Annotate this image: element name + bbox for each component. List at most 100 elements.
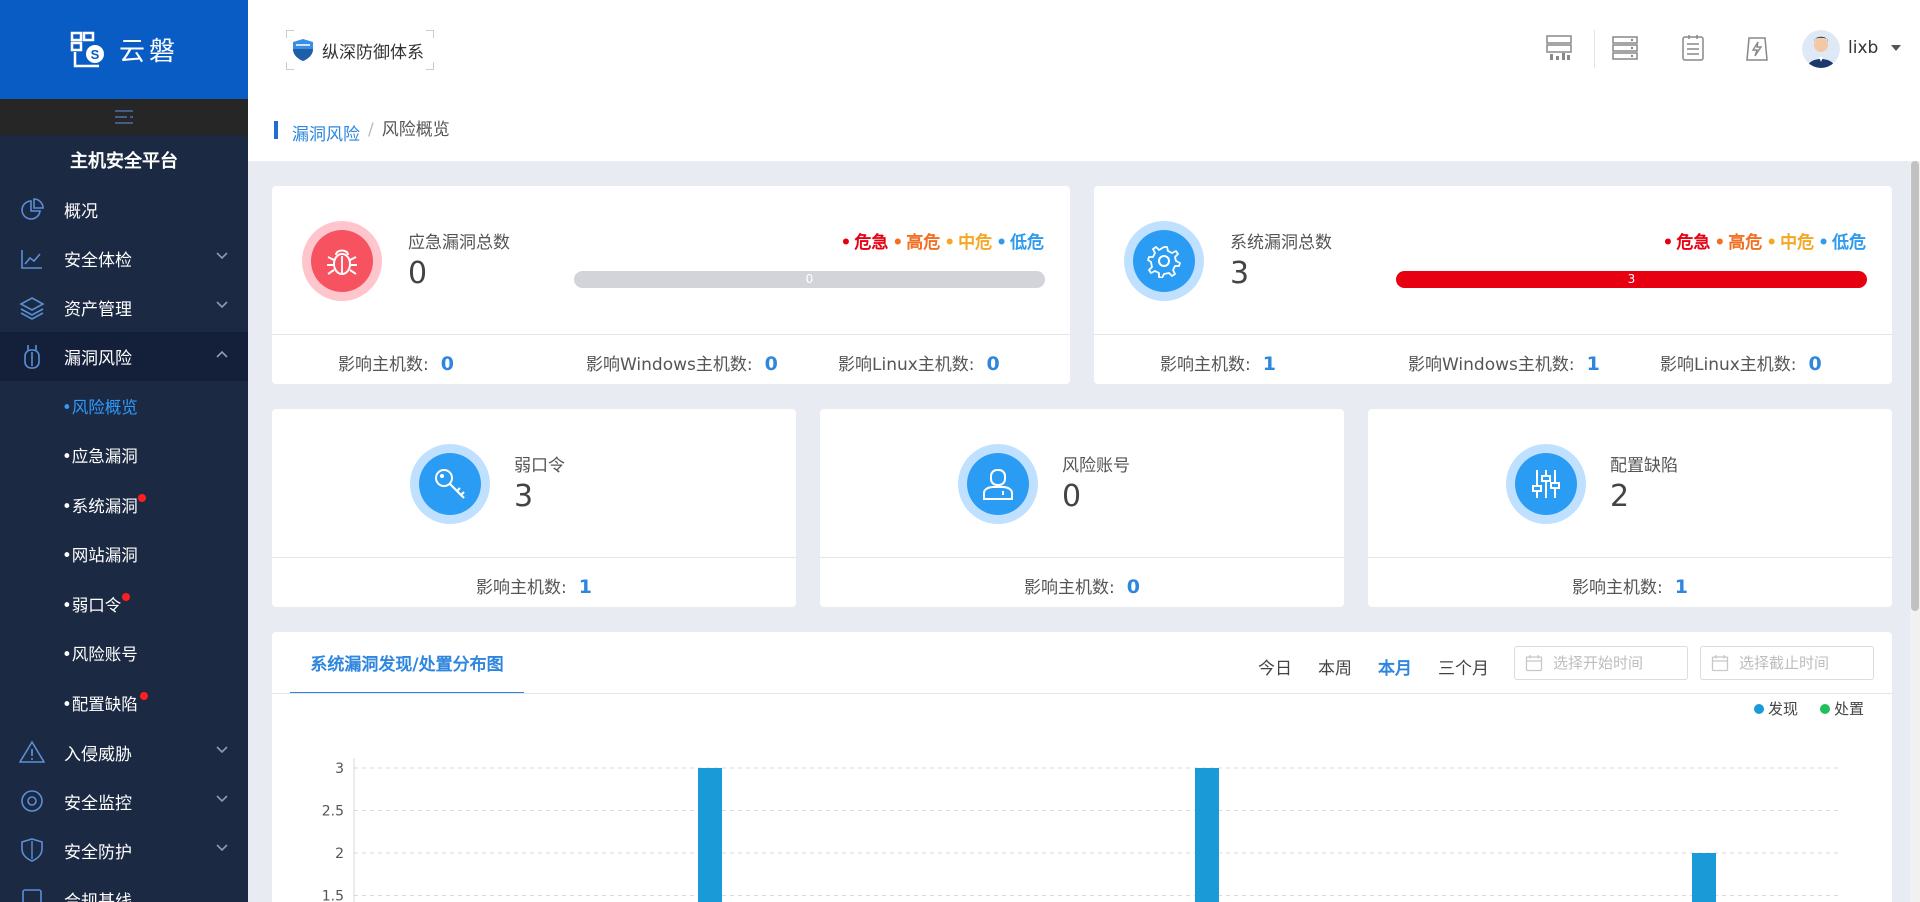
sidebar-item-monitor[interactable]: 安全监控: [0, 777, 248, 826]
sidebar-subitem-label: •配置缺陷: [62, 694, 138, 714]
sidebar-item-label: 安全体检: [64, 251, 132, 271]
sidebar-subitem-label: •风险概览: [62, 397, 138, 417]
defense-tag-label: 纵深防御体系: [322, 42, 424, 63]
sidebar-subitem-label: •弱口令: [62, 595, 122, 615]
sidebar-item-label: 合规基线: [64, 891, 132, 902]
alert-bolt-icon[interactable]: [1743, 34, 1771, 62]
sidebar-subitem-risk-overview[interactable]: •风险概览: [0, 381, 248, 431]
breadcrumb-marker: [274, 121, 278, 139]
severity-legend: • 危急 • 高危 • 中危 • 低危: [1662, 233, 1867, 253]
sidebar-subitem-label: •系统漏洞: [62, 496, 138, 516]
stat-windows-hosts: 影响Windows主机数: 0: [586, 353, 778, 375]
brand-logo[interactable]: S 云磐: [0, 0, 248, 99]
emergency-vuln-total: 0: [408, 256, 428, 291]
risk-account-card[interactable]: 风险账号 0 影响主机数: 0: [820, 409, 1344, 607]
chevron-down-icon: [216, 843, 228, 851]
notification-dot: [122, 593, 130, 601]
sidebar-item-label: 入侵威胁: [64, 744, 132, 765]
sidebar-subitem-risk-account[interactable]: •风险账号: [0, 629, 248, 679]
stat-hosts: 影响主机数: 1: [1572, 576, 1688, 598]
sidebar-item-vuln-risk[interactable]: 漏洞风险: [0, 332, 248, 381]
config-defect-card[interactable]: 配置缺陷 2 影响主机数: 1: [1368, 409, 1892, 607]
sidebar-item-security-check[interactable]: 安全体检: [0, 234, 248, 283]
stat-hosts: 影响主机数: 0: [1024, 576, 1140, 598]
layers-icon: [18, 294, 46, 322]
emergency-vuln-label: 应急漏洞总数: [408, 233, 510, 253]
config-defect-total: 2: [1610, 479, 1630, 514]
stat-linux-hosts: 影响Linux主机数: 0: [838, 353, 1000, 375]
sidebar-item-overview[interactable]: 概况: [0, 185, 248, 234]
caret-down-icon[interactable]: [1891, 45, 1901, 51]
key-icon-badge: [410, 444, 490, 524]
breadcrumb-parent-link[interactable]: 漏洞风险: [292, 120, 360, 145]
card-divider: [272, 557, 796, 558]
sidebar-subitem-config-defect[interactable]: •配置缺陷: [0, 678, 248, 728]
sidebar-subitem-web-vuln[interactable]: •网站漏洞: [0, 530, 248, 580]
chevron-down-icon: [216, 794, 228, 802]
brand-logo-icon: S: [70, 31, 104, 67]
svg-text:S: S: [91, 47, 100, 62]
user-warning-icon: [983, 469, 1013, 500]
sidebar-item-label: 资产管理: [64, 300, 132, 320]
page-scrollbar-thumb[interactable]: [1911, 161, 1919, 611]
vuln-bar-chart: 3 2.5 2 1.5: [322, 758, 1842, 902]
sidebar-subitem-label: •风险账号: [62, 645, 138, 665]
risk-account-label: 风险账号: [1062, 456, 1130, 476]
chevron-down-icon: [216, 252, 228, 260]
bar-found-1[interactable]: [1195, 768, 1219, 902]
sidebar-item-assets[interactable]: 资产管理: [0, 283, 248, 332]
sliders-icon: [1532, 470, 1560, 498]
sidebar-subitem-emergency-vuln[interactable]: •应急漏洞: [0, 431, 248, 481]
document-list-icon[interactable]: [1679, 34, 1707, 62]
bug-icon-badge: [302, 221, 382, 301]
sidebar-item-label: 安全防护: [64, 842, 132, 863]
bar-found-2[interactable]: [1692, 853, 1716, 902]
stat-hosts: 影响主机数: 1: [476, 576, 592, 598]
emergency-vuln-card[interactable]: 应急漏洞总数 0 • 危急 • 高危 • 中危 • 低危 0 影响主机数: 0 影响Win…: [272, 186, 1070, 384]
server-stats-icon[interactable]: [1545, 34, 1573, 62]
y-tick-label: 1.5: [322, 889, 344, 902]
y-tick-label: 2: [335, 846, 344, 862]
collapse-menu-button[interactable]: [0, 99, 248, 135]
system-vuln-total: 3: [1230, 256, 1250, 291]
system-vuln-label: 系统漏洞总数: [1230, 233, 1332, 253]
sidebar-item-intrusion[interactable]: 入侵威胁: [0, 728, 248, 777]
brand-name: 云磐: [118, 37, 179, 67]
breadcrumb-separator: /: [368, 120, 374, 140]
sidebar-subitem-weak-password[interactable]: •弱口令: [0, 579, 248, 629]
card-divider: [272, 334, 1070, 335]
server-icon[interactable]: [1611, 34, 1639, 62]
sidebar: S 云磐 主机安全平台 概况 安全体检 资产管理 漏洞风险 •风险概览 •应急漏…: [0, 0, 248, 902]
severity-legend: • 危急 • 高危 • 中危 • 低危: [840, 233, 1045, 253]
card-divider: [820, 557, 1344, 558]
sidebar-item-baseline[interactable]: 合规基线: [0, 875, 248, 902]
avatar[interactable]: [1802, 30, 1840, 68]
shield-logo-icon: [293, 39, 313, 61]
key-icon: [435, 469, 465, 499]
user-name[interactable]: lixb: [1848, 38, 1878, 58]
line-chart-icon: [18, 245, 46, 273]
weak-password-label: 弱口令: [514, 456, 565, 476]
warning-icon: [18, 738, 46, 766]
sidebar-item-label: 安全监控: [64, 793, 132, 814]
pie-chart-icon: [18, 196, 46, 224]
sidebar-item-protection[interactable]: 安全防护: [0, 826, 248, 875]
notification-dot: [138, 494, 146, 502]
sidebar-item-label: 概况: [64, 202, 98, 222]
baseline-icon: [18, 885, 46, 902]
system-vuln-card[interactable]: 系统漏洞总数 3 • 危急 • 高危 • 中危 • 低危 3 影响主机数: 1 影响Win…: [1094, 186, 1892, 384]
gear-icon-badge: [1124, 221, 1204, 301]
risk-account-total: 0: [1062, 479, 1082, 514]
bar-found-0[interactable]: [698, 768, 722, 902]
emergency-severity-bar: 0: [574, 271, 1045, 288]
weak-password-total: 3: [514, 479, 534, 514]
sliders-icon-badge: [1506, 444, 1586, 524]
chevron-up-icon: [216, 350, 228, 358]
defense-system-tag[interactable]: 纵深防御体系: [286, 30, 434, 70]
stat-linux-hosts: 影响Linux主机数: 0: [1660, 353, 1822, 375]
monitor-icon: [18, 787, 46, 815]
gear-icon: [1147, 246, 1181, 278]
card-divider: [1094, 334, 1892, 335]
weak-password-card[interactable]: 弱口令 3 影响主机数: 1: [272, 409, 796, 607]
sidebar-subitem-system-vuln[interactable]: •系统漏洞: [0, 480, 248, 530]
